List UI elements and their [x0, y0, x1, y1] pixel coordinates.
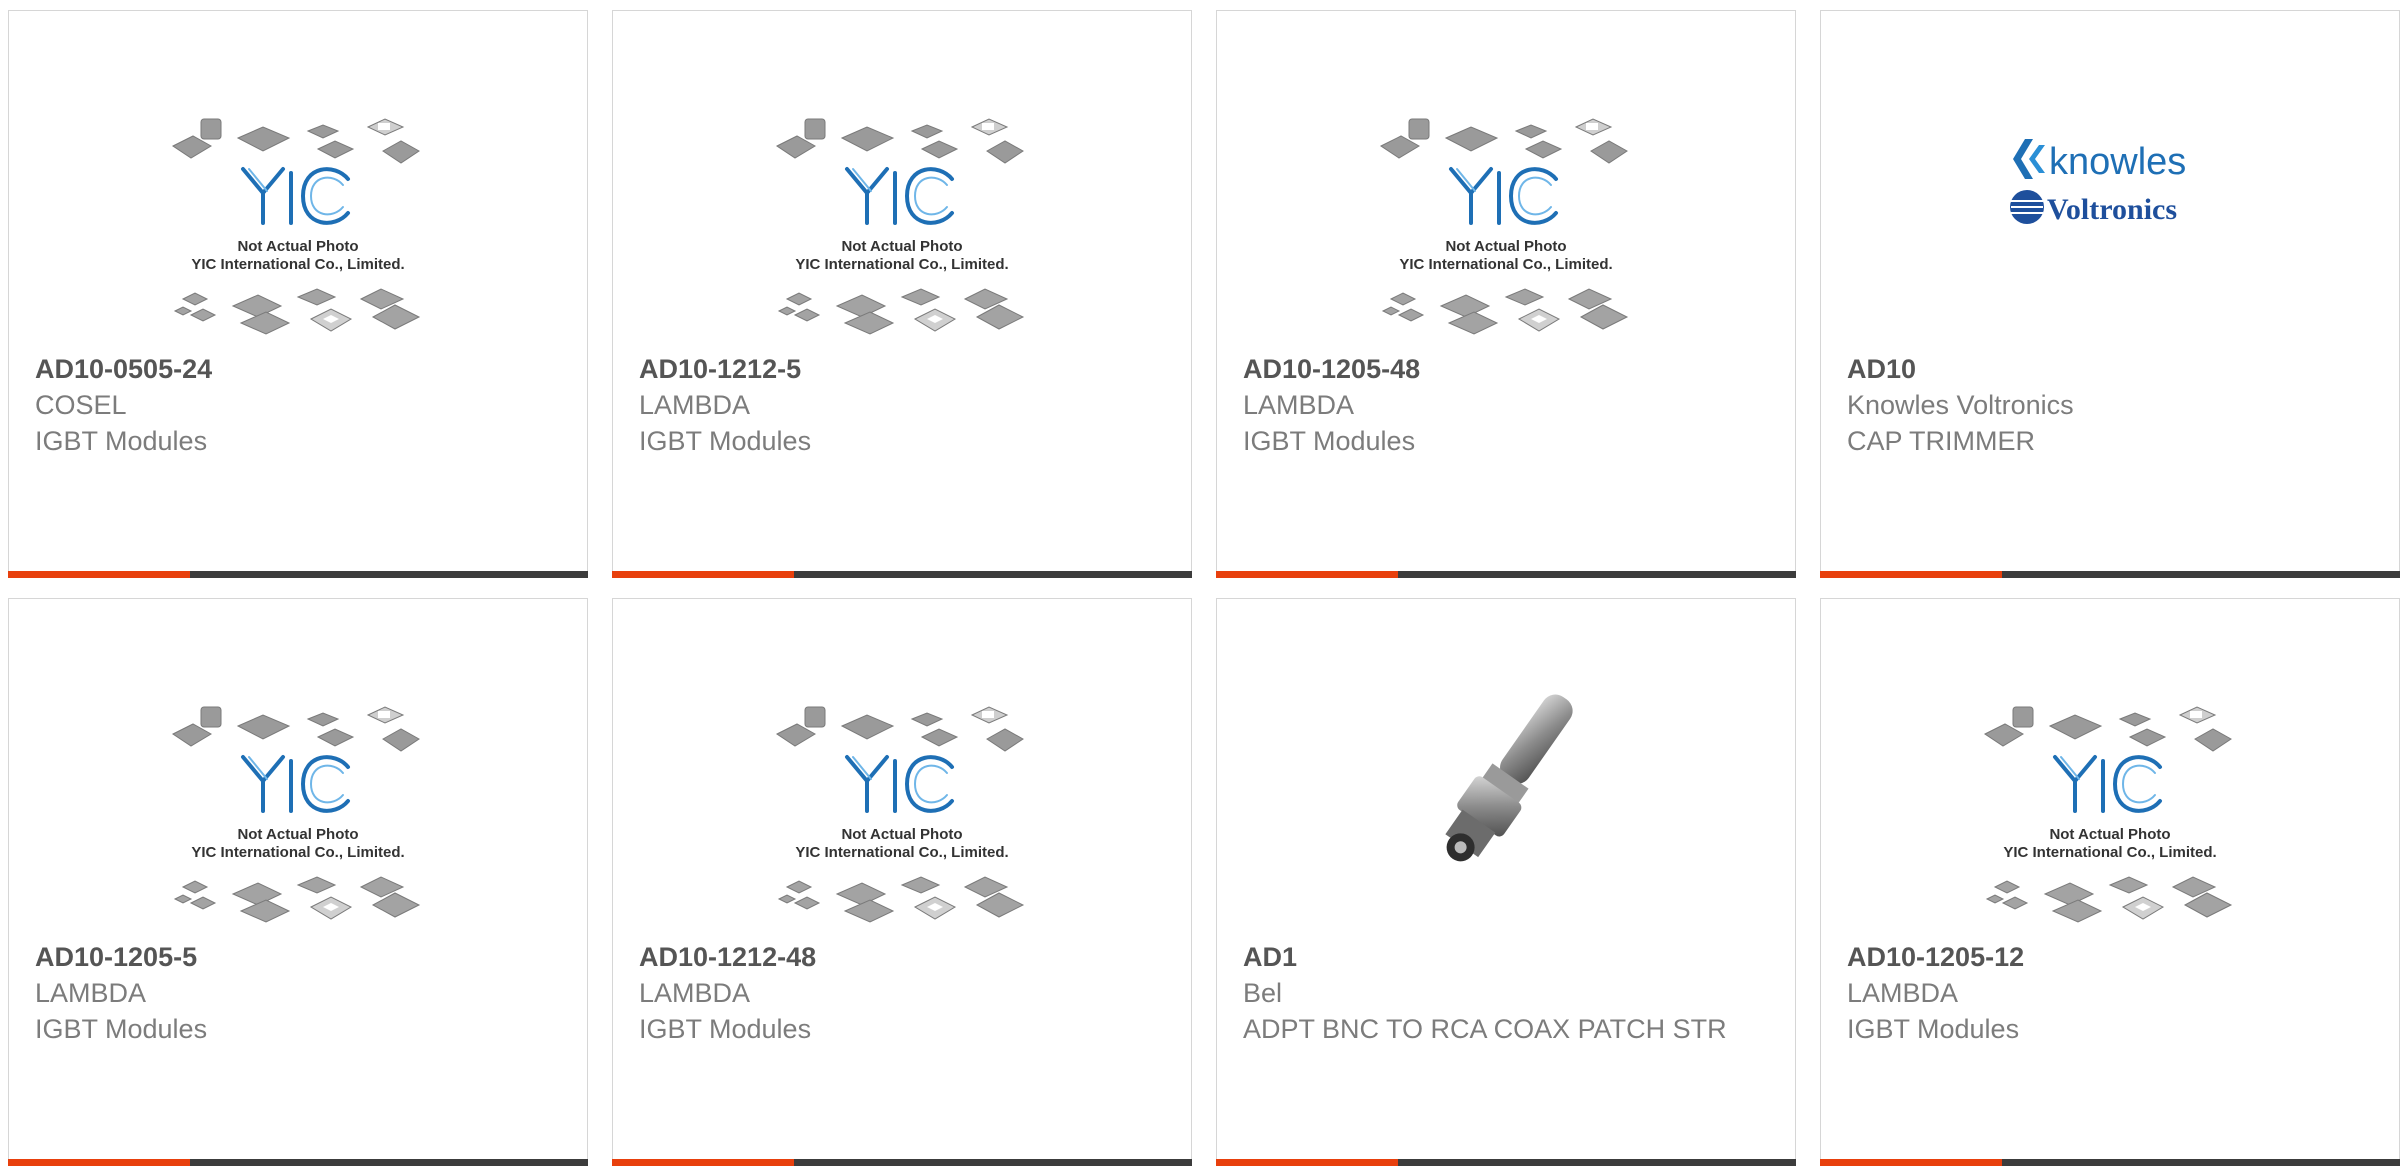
placeholder-text-2: YIC International Co., Limited. — [795, 256, 1008, 273]
not-actual-photo-image: Not Actual Photo YIC International Co., … — [172, 118, 421, 335]
placeholder-text-1: Not Actual Photo — [841, 238, 962, 255]
card-bottom-bar — [1820, 571, 2400, 578]
card-bottom-bar — [8, 1159, 588, 1166]
knowles-voltronics-logo: knowles Voltronics — [2010, 139, 2186, 226]
card-accent-bar — [1216, 1159, 1398, 1166]
card-bottom-bar — [1216, 571, 1796, 578]
not-actual-photo-image: Not Actual Photo YIC International Co., … — [776, 118, 1025, 335]
description: IGBT Modules — [35, 1014, 208, 1044]
manufacturer: COSEL — [35, 390, 127, 420]
description: IGBT Modules — [1847, 1014, 2020, 1044]
placeholder-text-2: YIC International Co., Limited. — [1399, 256, 1612, 273]
voltronics-wordmark: Voltronics — [2047, 193, 2177, 226]
not-actual-photo-image: Not Actual Photo YIC International Co., … — [172, 706, 421, 923]
manufacturer: LAMBDA — [639, 390, 751, 420]
product-image[interactable] — [1217, 599, 1795, 944]
placeholder-text-1: Not Actual Photo — [237, 826, 358, 843]
manufacturer: Knowles Voltronics — [1847, 390, 2074, 420]
part-number[interactable]: AD1 — [1243, 939, 1775, 975]
product-card[interactable]: Not Actual Photo YIC International Co., … — [1820, 598, 2400, 1166]
manufacturer: LAMBDA — [35, 978, 147, 1008]
product-image[interactable]: Not Actual Photo YIC International Co., … — [9, 599, 587, 944]
card-bottom-bar — [1216, 1159, 1796, 1166]
card-accent-bar — [8, 571, 190, 578]
card-bottom-bar — [612, 1159, 1192, 1166]
product-image[interactable]: Not Actual Photo YIC International Co., … — [613, 599, 1191, 944]
card-accent-bar — [1216, 571, 1398, 578]
manufacturer: LAMBDA — [1243, 390, 1355, 420]
product-image[interactable]: Not Actual Photo YIC International Co., … — [613, 11, 1191, 356]
card-accent-bar — [612, 571, 794, 578]
card-accent-bar — [612, 1159, 794, 1166]
placeholder-text-2: YIC International Co., Limited. — [191, 256, 404, 273]
product-card[interactable]: Not Actual Photo YIC International Co., … — [8, 10, 588, 578]
part-number[interactable]: AD10-1205-12 — [1847, 939, 2379, 975]
product-card[interactable]: Not Actual Photo YIC International Co., … — [8, 598, 588, 1166]
description: IGBT Modules — [639, 426, 812, 456]
product-image[interactable]: Not Actual Photo YIC International Co., … — [9, 11, 587, 356]
placeholder-text-2: YIC International Co., Limited. — [2003, 844, 2216, 861]
product-card[interactable]: Not Actual Photo YIC International Co., … — [612, 10, 1192, 578]
placeholder-text-2: YIC International Co., Limited. — [191, 844, 404, 861]
product-card[interactable]: AD1 Bel ADPT BNC TO RCA COAX PATCH STR — [1216, 598, 1796, 1166]
description: IGBT Modules — [639, 1014, 812, 1044]
card-bottom-bar — [612, 571, 1192, 578]
placeholder-text-1: Not Actual Photo — [2049, 826, 2170, 843]
product-image[interactable]: knowles Voltronics — [1821, 11, 2399, 356]
knowles-wordmark: knowles — [2049, 141, 2186, 183]
description: IGBT Modules — [35, 426, 208, 456]
placeholder-text-1: Not Actual Photo — [237, 238, 358, 255]
card-bottom-bar — [1820, 1159, 2400, 1166]
not-actual-photo-image: Not Actual Photo YIC International Co., … — [776, 706, 1025, 923]
product-image[interactable]: Not Actual Photo YIC International Co., … — [1217, 11, 1795, 356]
part-number[interactable]: AD10-1205-5 — [35, 939, 567, 975]
manufacturer: Bel — [1243, 978, 1283, 1008]
product-grid: Not Actual Photo YIC International Co., … — [8, 10, 2400, 1166]
card-bottom-bar — [8, 571, 588, 578]
description: CAP TRIMMER — [1847, 426, 2036, 456]
product-card[interactable]: knowles Voltronics AD10 Knowles Voltroni… — [1820, 10, 2400, 578]
part-number[interactable]: AD10-1205-48 — [1243, 351, 1775, 387]
not-actual-photo-image: Not Actual Photo YIC International Co., … — [1380, 118, 1629, 335]
placeholder-text-2: YIC International Co., Limited. — [795, 844, 1008, 861]
bnc-adapter-photo — [1445, 694, 1573, 862]
product-card[interactable]: Not Actual Photo YIC International Co., … — [1216, 10, 1796, 578]
placeholder-text-1: Not Actual Photo — [841, 826, 962, 843]
description: ADPT BNC TO RCA COAX PATCH STR — [1243, 1014, 1727, 1044]
part-number[interactable]: AD10-1212-5 — [639, 351, 1171, 387]
placeholder-text-1: Not Actual Photo — [1445, 238, 1566, 255]
not-actual-photo-image: Not Actual Photo YIC International Co., … — [1984, 706, 2233, 923]
manufacturer: LAMBDA — [1847, 978, 1959, 1008]
description: IGBT Modules — [1243, 426, 1416, 456]
card-accent-bar — [8, 1159, 190, 1166]
part-number[interactable]: AD10-1212-48 — [639, 939, 1171, 975]
part-number[interactable]: AD10-0505-24 — [35, 351, 567, 387]
card-accent-bar — [1820, 571, 2002, 578]
manufacturer: LAMBDA — [639, 978, 751, 1008]
card-accent-bar — [1820, 1159, 2002, 1166]
product-card[interactable]: Not Actual Photo YIC International Co., … — [612, 598, 1192, 1166]
part-number[interactable]: AD10 — [1847, 351, 2379, 387]
product-image[interactable]: Not Actual Photo YIC International Co., … — [1821, 599, 2399, 944]
